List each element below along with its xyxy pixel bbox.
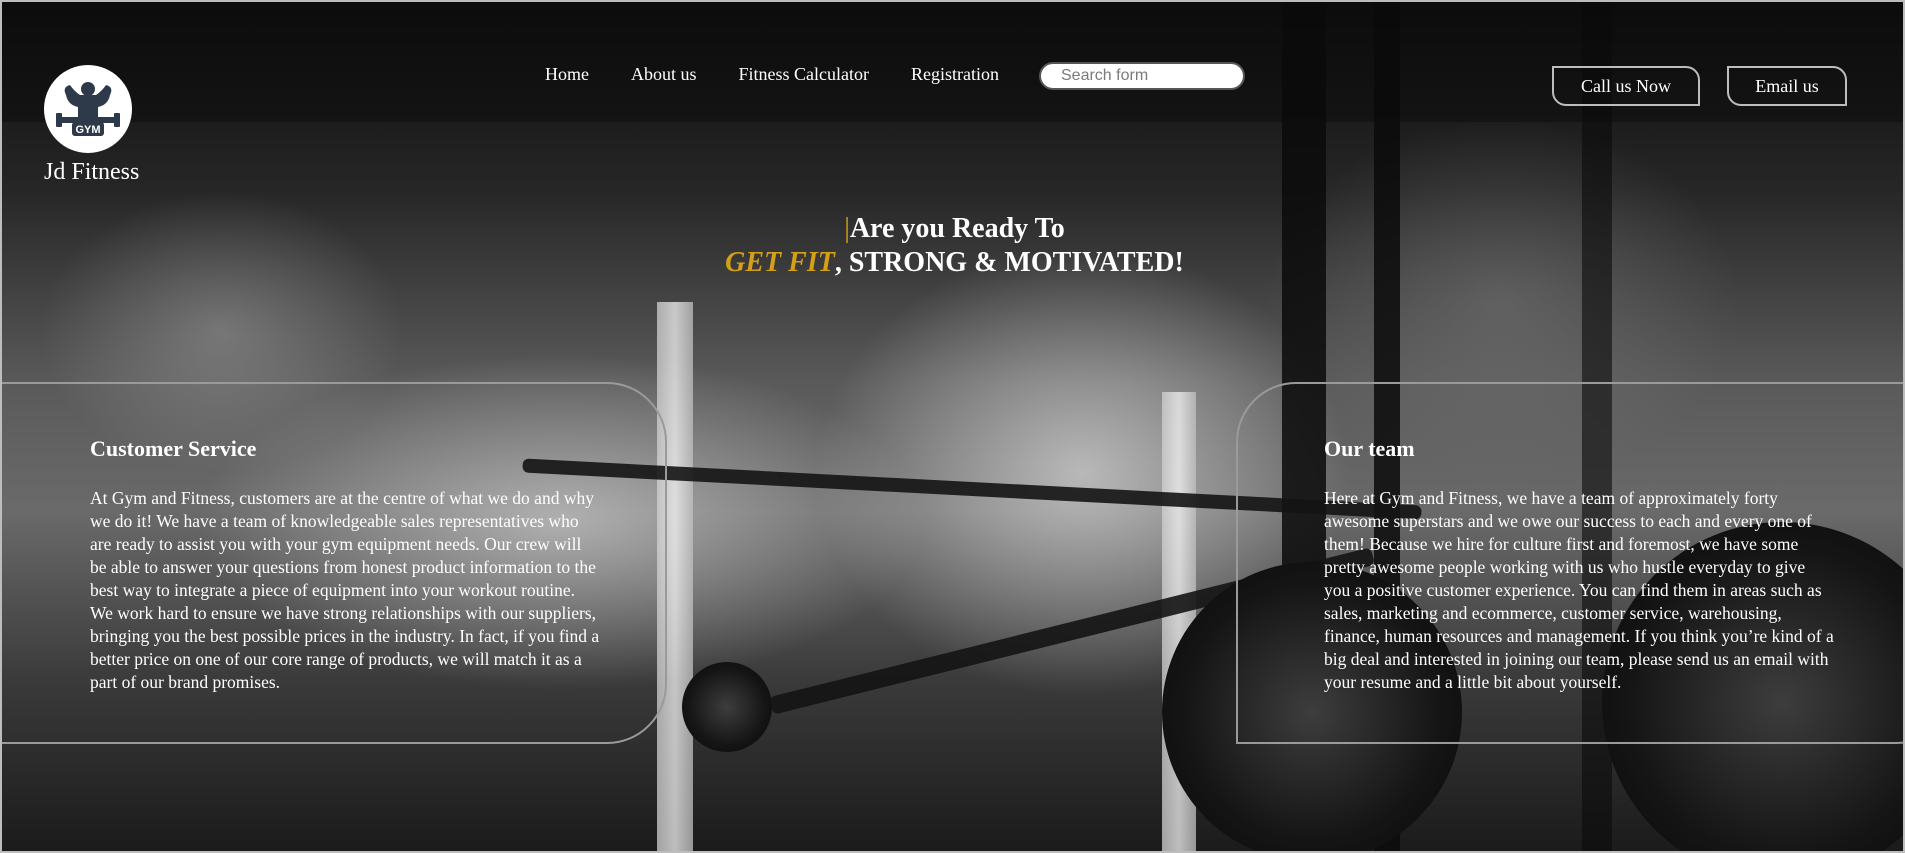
customer-service-title: Customer Service	[90, 436, 257, 461]
hero-line-2: GET FIT, STRONG & MOTIVATED!	[2, 246, 1903, 280]
email-us-button[interactable]: Email us	[1727, 66, 1847, 106]
our-team-card: Our team Here at Gym and Fitness, we hav…	[1236, 382, 1903, 744]
brand-name[interactable]: Jd Fitness	[44, 159, 139, 186]
nav-fitness-calculator[interactable]: Fitness Calculator	[739, 64, 869, 85]
customer-service-card: Customer Service At Gym and Fitness, cus…	[2, 382, 667, 744]
call-us-button[interactable]: Call us Now	[1552, 66, 1700, 106]
hero-accent-text: GET FIT	[725, 247, 835, 278]
customer-service-body: At Gym and Fitness, customers are at the…	[90, 488, 600, 692]
nav-registration[interactable]: Registration	[911, 64, 999, 85]
hero-line-2-text: , STRONG & MOTIVATED!	[834, 247, 1184, 278]
our-team-body: Here at Gym and Fitness, we have a team …	[1324, 488, 1834, 692]
hero-line-1: |Are you Ready To	[2, 212, 1903, 246]
hero-line-1-text: Are you Ready To	[849, 213, 1065, 244]
main-nav: Home About us Fitness Calculator Registr…	[545, 64, 1023, 85]
logo-text: GYM	[75, 124, 100, 136]
nav-home[interactable]: Home	[545, 64, 589, 85]
gym-logo[interactable]: GYM	[44, 65, 132, 153]
hero-headline: |Are you Ready To GET FIT, STRONG & MOTI…	[2, 212, 1903, 280]
page: GYM Jd Fitness Home About us Fitness Cal…	[0, 0, 1905, 853]
muscle-figure-icon: GYM	[56, 82, 120, 136]
search-input[interactable]	[1039, 62, 1245, 90]
our-team-title: Our team	[1324, 436, 1415, 461]
nav-about-us[interactable]: About us	[631, 64, 697, 85]
